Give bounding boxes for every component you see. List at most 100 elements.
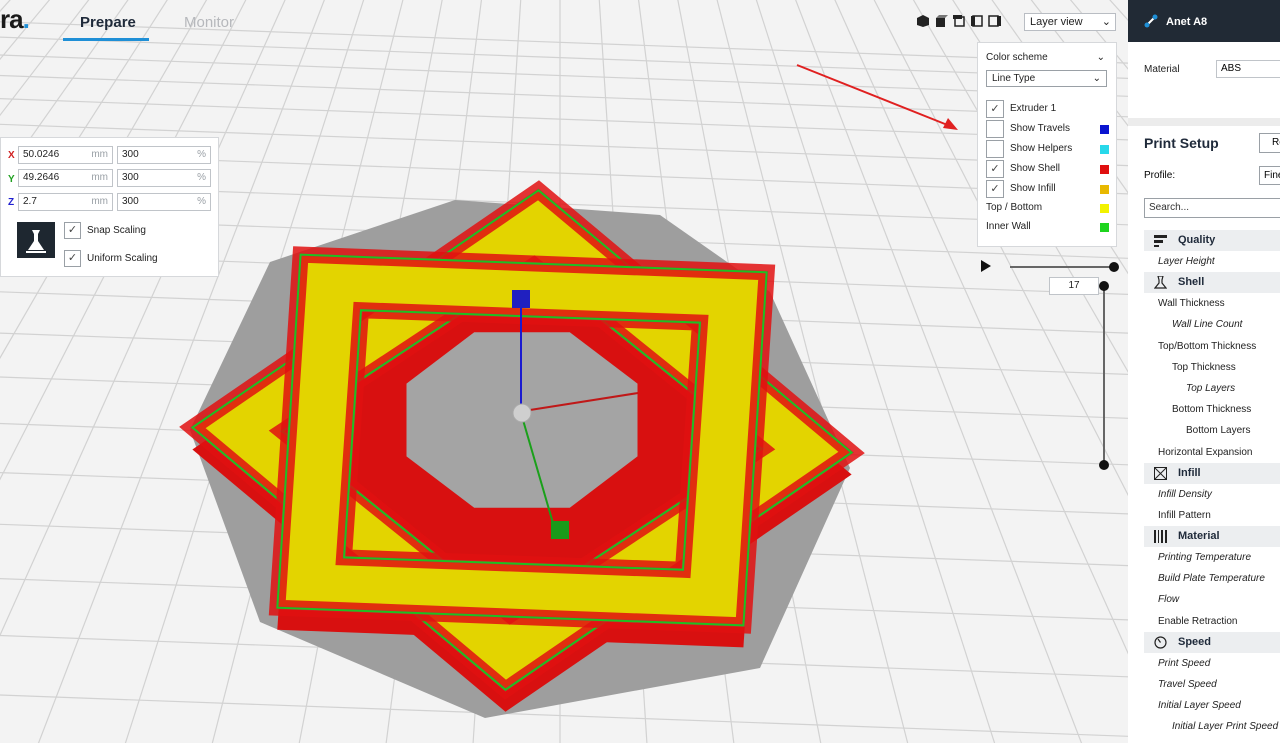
- y-axis-label: Y: [8, 174, 15, 185]
- tab-prepare[interactable]: Prepare: [80, 14, 136, 31]
- setting-print-speed[interactable]: Print Speed: [1144, 653, 1280, 674]
- right-view-icon[interactable]: [988, 14, 1002, 28]
- setting-top-bottom-thickness[interactable]: Top/Bottom Thickness: [1144, 336, 1280, 357]
- travels-color-swatch: [1100, 125, 1109, 134]
- setting-build-plate-temperature[interactable]: Build Plate Temperature: [1144, 568, 1280, 589]
- setting-wall-thickness[interactable]: Wall Thickness: [1144, 293, 1280, 314]
- setting-infill-density[interactable]: Infill Density: [1144, 484, 1280, 505]
- path-slider-handle[interactable]: [1109, 262, 1119, 272]
- left-view-icon[interactable]: [970, 14, 984, 28]
- snap-scaling-label: Snap Scaling: [87, 225, 146, 236]
- red-pointer-arrow: [796, 64, 951, 127]
- grid-line: [0, 0, 11, 13]
- lay-flat-icon: [26, 230, 46, 253]
- gizmo-z-handle: [512, 290, 530, 308]
- top-view-icon[interactable]: [952, 14, 966, 28]
- settings-category-shell[interactable]: Shell: [1144, 272, 1280, 294]
- extruder-1-checkbox[interactable]: ✓: [986, 100, 1004, 118]
- grid-line: [0, 0, 51, 61]
- setting-bottom-thickness[interactable]: Bottom Thickness: [1144, 399, 1280, 420]
- chevron-down-icon: ⌄: [1101, 16, 1111, 28]
- setting-top-thickness[interactable]: Top Thickness: [1144, 357, 1280, 378]
- setting-enable-retraction[interactable]: Enable Retraction: [1144, 611, 1280, 632]
- grid-line: [0, 0, 208, 360]
- line-type-select[interactable]: Line Type ⌄: [986, 70, 1107, 87]
- speed-icon: [1154, 636, 1167, 649]
- setting-flow[interactable]: Flow: [1144, 589, 1280, 610]
- x-percent-input[interactable]: 300%: [117, 146, 211, 164]
- play-icon[interactable]: [981, 260, 991, 272]
- front-view-icon[interactable]: [934, 14, 948, 28]
- uniform-scaling-label: Uniform Scaling: [87, 253, 158, 264]
- setting-bottom-layers[interactable]: Bottom Layers: [1144, 420, 1280, 441]
- setting-printing-temperature[interactable]: Printing Temperature: [1144, 547, 1280, 568]
- setting-travel-speed[interactable]: Travel Speed: [1144, 674, 1280, 695]
- show-helpers-checkbox[interactable]: [986, 140, 1004, 158]
- show-shell-checkbox[interactable]: ✓: [986, 160, 1004, 178]
- uniform-scaling-checkbox[interactable]: ✓: [64, 250, 81, 267]
- setting-horizontal-expansion[interactable]: Horizontal Expansion: [1144, 442, 1280, 463]
- view-mode-select[interactable]: Layer view ⌄: [1024, 13, 1116, 31]
- build-plate-scene[interactable]: [0, 0, 1128, 743]
- gizmo-y-handle: [551, 521, 569, 539]
- settings-category-quality[interactable]: Quality: [1144, 230, 1280, 251]
- setting-initial-layer-speed[interactable]: Initial Layer Speed: [1144, 695, 1280, 716]
- z-axis-label: Z: [8, 197, 15, 208]
- profile-select[interactable]: Fine: [1259, 166, 1280, 185]
- grid-line: [0, 0, 129, 183]
- tab-monitor[interactable]: Monitor: [184, 14, 234, 31]
- category-label: Speed: [1178, 635, 1212, 648]
- 3d-view-icon[interactable]: [916, 14, 930, 28]
- current-layer-field[interactable]: 17: [1049, 277, 1099, 295]
- setting-top-layers[interactable]: Top Layers: [1144, 378, 1280, 399]
- cura-logo: ra.: [0, 4, 30, 34]
- recommended-button[interactable]: Re: [1259, 133, 1280, 153]
- view-orientation-buttons: [916, 14, 1002, 28]
- color-scheme-label[interactable]: Color scheme ⌄: [986, 50, 1110, 66]
- material-select[interactable]: ABS: [1216, 60, 1280, 78]
- layer-view-panel: Color scheme ⌄ Line Type ⌄ ✓ Extruder 1 …: [977, 42, 1117, 247]
- y-percent-input[interactable]: 300%: [117, 169, 211, 187]
- show-infill-checkbox[interactable]: ✓: [986, 180, 1004, 198]
- settings-category-material[interactable]: Material: [1144, 526, 1280, 548]
- layer-slider-top-handle[interactable]: [1099, 281, 1109, 291]
- gizmo-center: [512, 403, 532, 423]
- printer-selector[interactable]: Anet A8: [1128, 0, 1280, 42]
- y-size-input[interactable]: 49.2646 mm: [18, 169, 113, 187]
- settings-category-speed[interactable]: Speed: [1144, 631, 1280, 653]
- chevron-down-icon: ⌄: [1096, 52, 1105, 63]
- category-label: Infill: [1178, 466, 1201, 479]
- chevron-down-icon: ⌄: [1092, 73, 1101, 84]
- printer-icon: [1144, 14, 1158, 28]
- grid-line: [0, 74, 1128, 118]
- show-travels-label: Show Travels: [1010, 123, 1071, 134]
- show-travels-checkbox[interactable]: [986, 120, 1004, 138]
- show-shell-label: Show Shell: [1010, 163, 1061, 174]
- snap-scaling-checkbox[interactable]: ✓: [64, 222, 81, 239]
- profile-label: Profile:: [1144, 170, 1176, 181]
- setting-infill-pattern[interactable]: Infill Pattern: [1144, 505, 1280, 526]
- x-size-input[interactable]: 50.0246 mm: [18, 146, 113, 164]
- printer-name: Anet A8: [1166, 16, 1208, 28]
- layer-path-slider[interactable]: [1010, 266, 1114, 268]
- category-label: Material: [1178, 530, 1220, 543]
- quality-icon: [1154, 234, 1167, 247]
- grid-line: [0, 54, 1128, 97]
- lay-flat-button[interactable]: [17, 222, 55, 258]
- setting-wall-line-count[interactable]: Wall Line Count: [1144, 314, 1280, 335]
- setting-initial-layer-print-speed[interactable]: Initial Layer Print Speed: [1144, 716, 1280, 737]
- setting-layer-height[interactable]: Layer Height: [1144, 251, 1280, 272]
- material-icon: [1154, 530, 1167, 544]
- helpers-color-swatch: [1100, 145, 1109, 154]
- settings-category-infill[interactable]: Infill: [1144, 462, 1280, 484]
- z-size-input[interactable]: 2.7 mm: [18, 193, 113, 211]
- layer-slider-bottom-handle[interactable]: [1099, 460, 1109, 470]
- category-label: Shell: [1178, 276, 1205, 289]
- inner-wall-color-swatch: [1100, 223, 1109, 232]
- settings-search-input[interactable]: Search...: [1144, 198, 1280, 218]
- show-infill-label: Show Infill: [1010, 183, 1056, 194]
- z-percent-input[interactable]: 300%: [117, 193, 211, 211]
- 3d-viewport[interactable]: [0, 0, 1128, 743]
- infill-color-swatch: [1100, 185, 1109, 194]
- layer-slider-track[interactable]: [1103, 286, 1105, 464]
